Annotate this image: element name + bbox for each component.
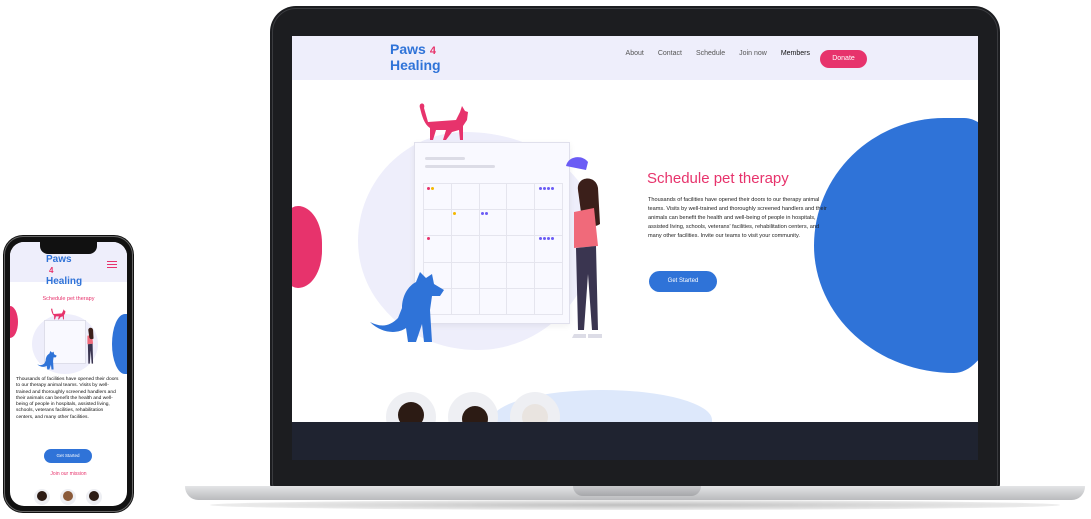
calendar-dot [543, 187, 546, 190]
calendar-line [425, 157, 465, 160]
phone-frame: Paws 4 Healing Schedule pet therapy Thou… [3, 235, 134, 513]
calendar-dot [485, 212, 488, 215]
mobile-cat-illustration [51, 308, 66, 320]
brand-logo[interactable]: Paws 4 Healing [390, 42, 441, 72]
mobile-brand-logo[interactable]: Paws 4 Healing [46, 254, 82, 287]
hero-body-text: Thousands of facilities have opened thei… [648, 197, 827, 239]
calendar-dot [539, 187, 542, 190]
calendar-dot [453, 212, 456, 215]
join-our-mission-link[interactable]: Join our mission [10, 471, 127, 477]
phone-screen: Paws 4 Healing Schedule pet therapy Thou… [10, 242, 127, 506]
donate-button[interactable]: Donate [820, 50, 867, 68]
mobile-team-avatar [60, 489, 76, 505]
laptop-shadow [210, 500, 1060, 510]
nav-item-schedule[interactable]: Schedule [696, 50, 725, 57]
mobile-dog-illustration [37, 351, 57, 370]
nav-item-contact[interactable]: Contact [658, 50, 682, 57]
nav-item-members[interactable]: Members [781, 50, 810, 57]
mobile-hero-title: Schedule pet therapy [42, 296, 95, 302]
mobile-logo-number: 4 [49, 266, 54, 275]
laptop-screen: Paws 4 Healing About Contact Schedule Joi… [292, 36, 978, 460]
calendar-dot [427, 187, 430, 190]
logo-word-paws: Paws [390, 41, 426, 57]
pink-blob-shape [292, 206, 322, 288]
mobile-team-avatar [86, 489, 102, 505]
mobile-logo-word-paws: Paws [46, 254, 72, 265]
calendar-dot [547, 187, 550, 190]
hamburger-menu-icon[interactable] [107, 261, 117, 268]
mobile-team-avatar [34, 489, 50, 505]
calendar-dot [547, 237, 550, 240]
calendar-dot [431, 187, 434, 190]
mobile-blue-blob-shape [112, 314, 127, 374]
phone-notch [40, 242, 97, 254]
site-footer [292, 422, 978, 460]
nav-menu: About Contact Schedule Join now Members [626, 50, 810, 57]
logo-word-healing: Healing [390, 57, 441, 73]
cat-illustration [419, 103, 468, 140]
mobile-woman-illustration [87, 327, 94, 364]
mobile-pink-blob-shape [10, 306, 18, 338]
mobile-get-started-button[interactable]: Get Started [44, 449, 92, 463]
hero-title: Schedule pet therapy [647, 170, 789, 187]
mobile-logo-word-healing: Healing [46, 276, 83, 287]
site-navbar: Paws 4 Healing About Contact Schedule Joi… [292, 36, 978, 80]
calendar-dot [551, 187, 554, 190]
get-started-button[interactable]: Get Started [649, 271, 717, 292]
blue-blob-shape [814, 118, 978, 373]
device-mockup-stage: Paws 4 Healing About Contact Schedule Joi… [0, 0, 1091, 519]
calendar-dot [543, 237, 546, 240]
logo-number: 4 [429, 45, 436, 57]
calendar-line [425, 165, 495, 168]
calendar-dot [539, 237, 542, 240]
woman-illustration [566, 157, 602, 338]
nav-item-join-now[interactable]: Join now [739, 50, 767, 57]
calendar-dot [481, 212, 484, 215]
laptop-notch [573, 486, 701, 496]
mobile-hero-body-text: Thousands of facilities have opened thei… [16, 377, 119, 420]
nav-item-about[interactable]: About [626, 50, 644, 57]
calendar-dot [427, 237, 430, 240]
dog-illustration [370, 272, 444, 342]
calendar-dot [551, 237, 554, 240]
